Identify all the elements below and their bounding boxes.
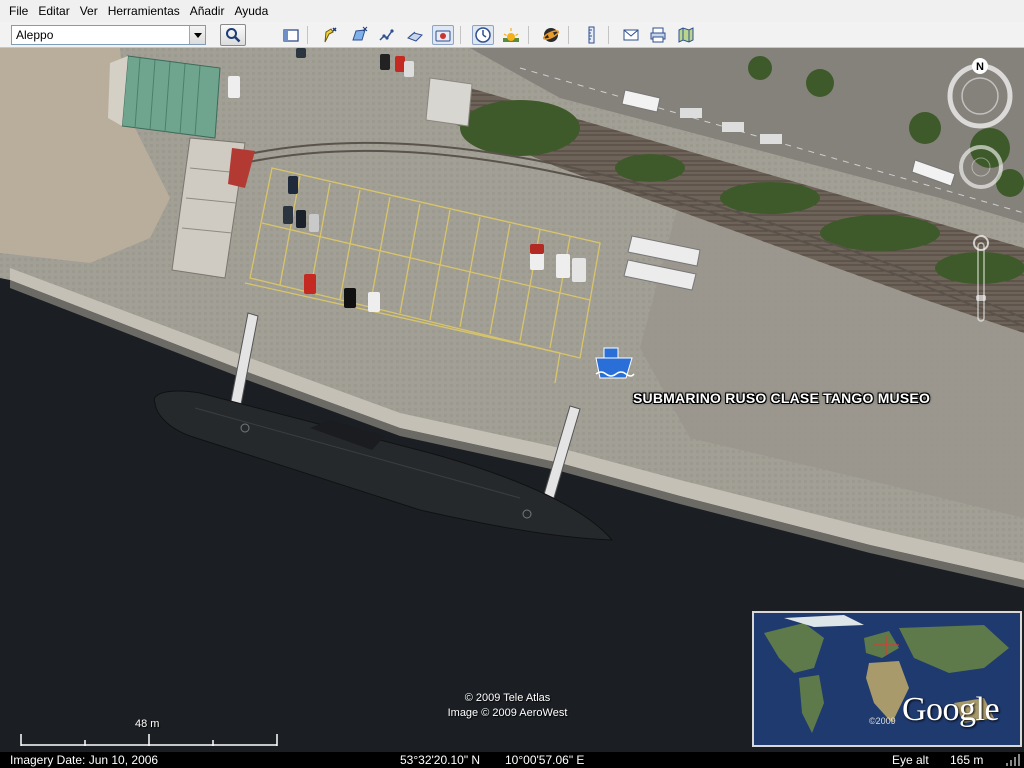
email-icon <box>623 29 639 41</box>
compass-north-label: N <box>976 61 984 73</box>
toolbar-separator <box>528 26 529 44</box>
overview-map[interactable]: ©2009 Google <box>752 611 1022 747</box>
search-combobox[interactable] <box>11 25 206 45</box>
email-button[interactable] <box>620 25 642 45</box>
status-bar: Imagery Date: Jun 10, 2006 53°32'20.10" … <box>0 752 1024 768</box>
print-button[interactable] <box>647 25 669 45</box>
imagery-copyright-line-2: Image © 2009 AeroWest <box>447 707 568 719</box>
toolbar-separator <box>568 26 569 44</box>
sunlight-icon <box>503 28 519 42</box>
scale-label: 48 m <box>135 718 160 730</box>
map-view[interactable]: SUBMARINO RUSO CLASE TANGO MUSEO N © 200… <box>0 48 1024 752</box>
record-tour-button[interactable] <box>432 25 454 45</box>
toolbar <box>0 22 1024 48</box>
latitude-readout: 53°32'20.10" N <box>400 753 481 767</box>
eye-altitude-value: 165 m <box>950 753 984 767</box>
menu-edit[interactable]: Editar <box>33 0 74 22</box>
toolbar-separator <box>307 26 308 44</box>
switch-to-sky-button[interactable] <box>540 25 562 45</box>
sidebar-toggle-button[interactable] <box>280 25 302 45</box>
google-logo: Google <box>902 691 1000 728</box>
add-placemark-button[interactable] <box>318 25 340 45</box>
search-button[interactable] <box>220 24 246 46</box>
record-tour-icon <box>435 30 451 42</box>
add-image-overlay-button[interactable] <box>404 25 426 45</box>
add-path-icon <box>379 29 394 41</box>
ruler-button[interactable] <box>580 25 602 45</box>
compass-ring[interactable]: N <box>942 56 1018 132</box>
imagery-date: Imagery Date: Jun 10, 2006 <box>10 753 159 767</box>
placemark-label[interactable]: SUBMARINO RUSO CLASE TANGO MUSEO <box>633 390 930 406</box>
search-icon <box>226 28 241 43</box>
longitude-readout: 10°00'57.06" E <box>505 753 585 767</box>
sidebar-toggle-icon <box>283 29 299 42</box>
zoom-slider[interactable] <box>973 235 989 325</box>
search-input[interactable] <box>12 26 188 44</box>
eye-altitude-label: Eye alt <box>892 753 929 767</box>
add-placemark-icon <box>324 27 337 43</box>
scale-bar <box>20 734 278 746</box>
overview-copyright: ©2009 <box>869 716 896 726</box>
maps-icon <box>678 27 694 43</box>
menu-help[interactable]: Ayuda <box>229 0 273 22</box>
toolbar-separator <box>608 26 609 44</box>
chevron-down-icon[interactable] <box>189 26 205 44</box>
move-joystick[interactable] <box>958 144 1004 190</box>
imagery-copyright-line-1: © 2009 Tele Atlas <box>464 692 551 704</box>
menu-file[interactable]: File <box>4 0 33 22</box>
add-polygon-button[interactable] <box>348 25 370 45</box>
add-path-button[interactable] <box>376 25 398 45</box>
menu-tools[interactable]: Herramientas <box>103 0 185 22</box>
historical-imagery-button[interactable] <box>472 25 494 45</box>
menu-add[interactable]: Añadir <box>185 0 230 22</box>
view-in-maps-button[interactable] <box>675 25 697 45</box>
streaming-indicator-icon <box>1006 754 1020 766</box>
sunlight-button[interactable] <box>500 25 522 45</box>
switch-to-sky-icon <box>542 28 560 42</box>
toolbar-separator <box>460 26 461 44</box>
historical-imagery-icon <box>475 27 491 43</box>
menu-view[interactable]: Ver <box>75 0 103 22</box>
add-image-overlay-icon <box>407 31 423 42</box>
menu-bar: File Editar Ver Herramientas Añadir Ayud… <box>0 0 1024 22</box>
ruler-icon <box>588 26 595 44</box>
add-polygon-icon <box>352 26 368 41</box>
print-icon <box>650 27 666 43</box>
